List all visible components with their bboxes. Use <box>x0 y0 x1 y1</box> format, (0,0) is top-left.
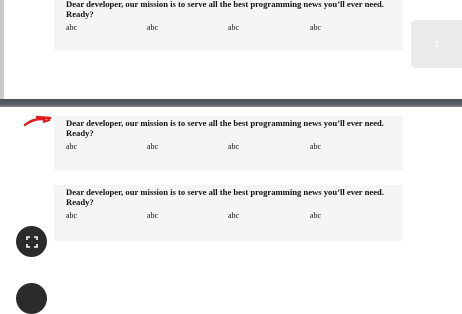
news-card-3: Dear developer, our mission is to serve … <box>54 185 403 241</box>
left-edge-strip <box>0 0 4 100</box>
red-arrow-annotation <box>23 115 52 127</box>
card-cell: abc <box>147 23 159 33</box>
fullscreen-icon <box>25 235 38 248</box>
card-cell: abc <box>66 211 78 221</box>
card-message: Dear developer, our mission is to serve … <box>66 187 384 207</box>
card-cell: abc <box>310 142 322 152</box>
card-row: abc abc abc abc <box>66 23 391 35</box>
card-row: abc abc abc abc <box>66 211 391 223</box>
card-cell: abc <box>66 142 78 152</box>
floating-action-button[interactable] <box>16 283 47 314</box>
fullscreen-button[interactable] <box>16 226 47 257</box>
card-cell: abc <box>228 23 240 33</box>
card-message: Dear developer, our mission is to serve … <box>66 118 384 138</box>
section-divider <box>0 99 462 107</box>
card-cell: abc <box>310 211 322 221</box>
card-cell: abc <box>310 23 322 33</box>
page-number-button[interactable]: 1 <box>411 20 462 68</box>
card-message: Dear developer, our mission is to serve … <box>66 0 384 19</box>
card-cell: abc <box>147 142 159 152</box>
card-cell: abc <box>66 23 78 33</box>
card-cell: abc <box>228 142 240 152</box>
card-cell: abc <box>147 211 159 221</box>
page-number-label: 1 <box>433 38 440 50</box>
news-card-2: Dear developer, our mission is to serve … <box>54 116 403 170</box>
card-row: abc abc abc abc <box>66 142 391 154</box>
news-card-1: Dear developer, our mission is to serve … <box>54 0 403 50</box>
card-cell: abc <box>228 211 240 221</box>
